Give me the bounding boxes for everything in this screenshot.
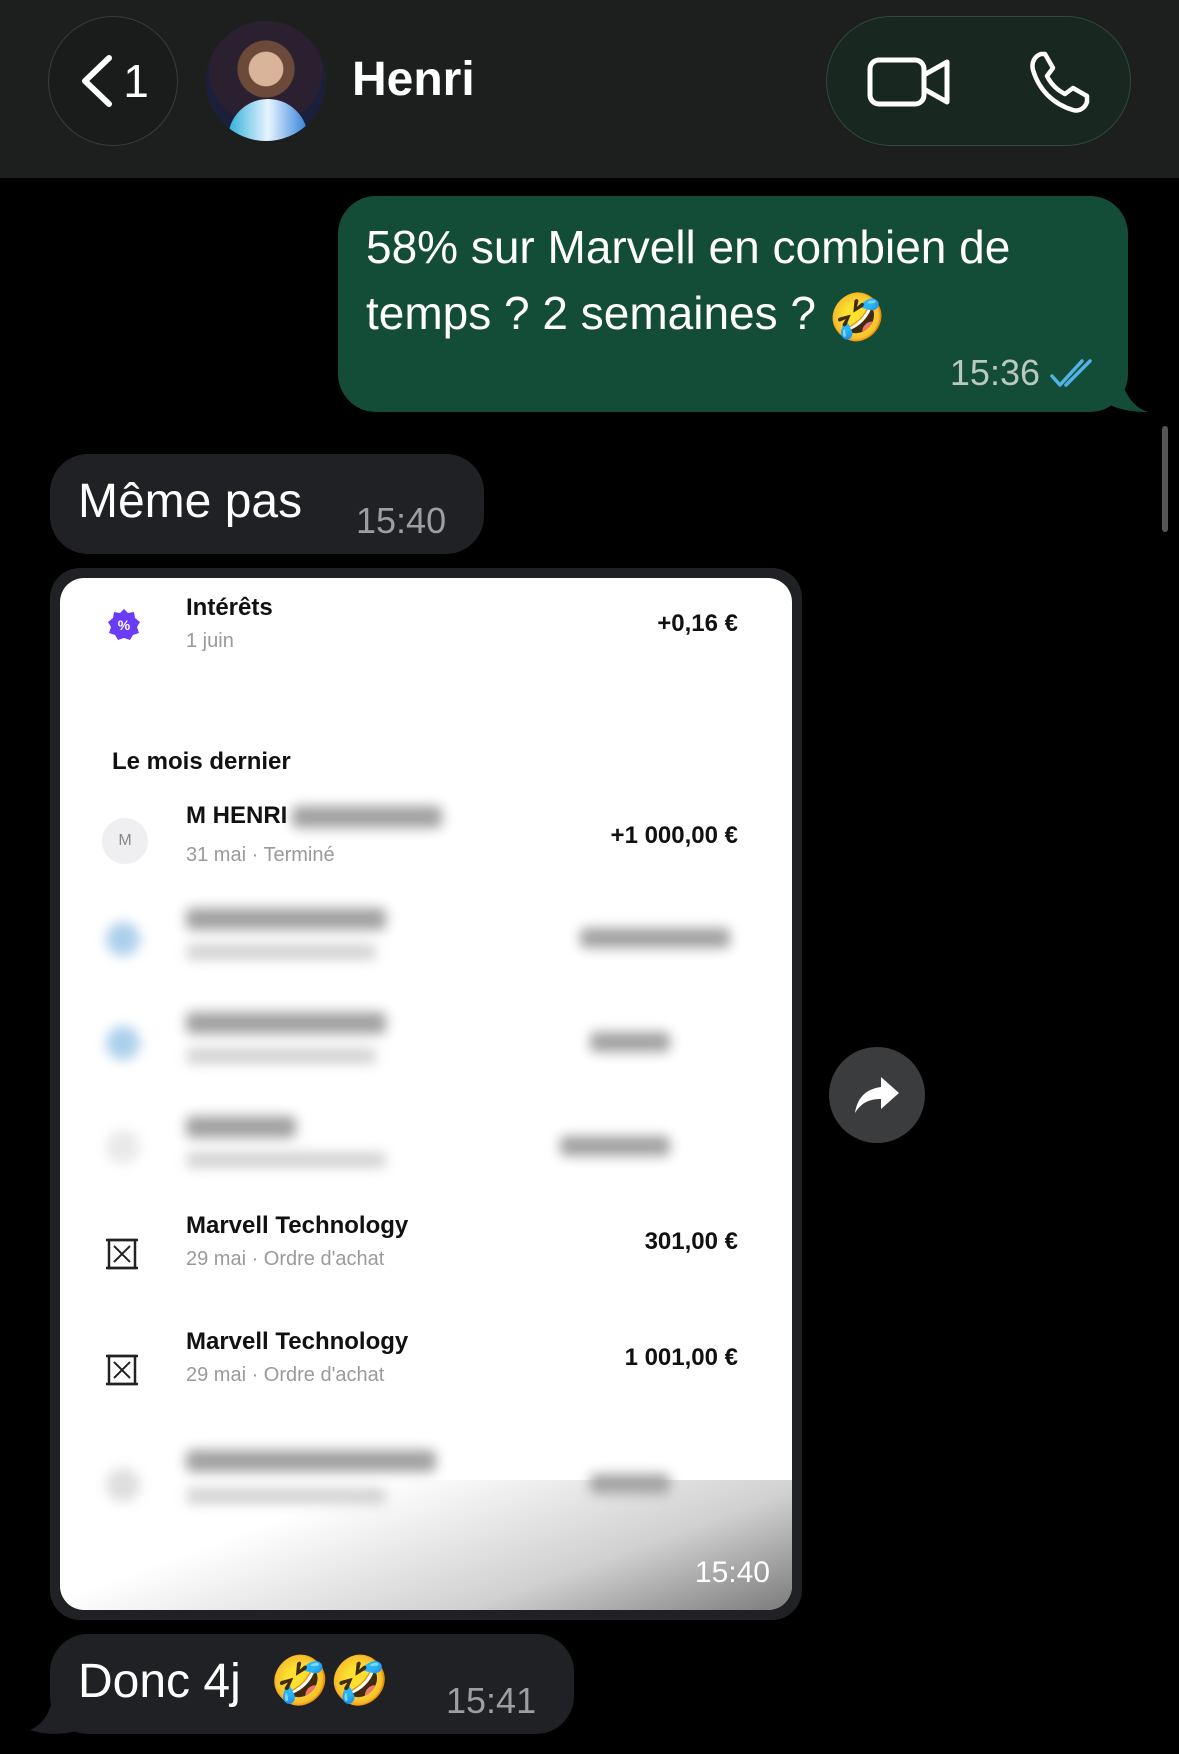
transaction-title: M HENRI [186, 802, 288, 829]
transaction-title: Intérêts [186, 594, 273, 621]
image-message[interactable]: % Intérêts 1 juin +0,16 € Le mois dernie… [50, 568, 802, 1620]
blurred-transaction-row [60, 1106, 792, 1196]
transaction-amount: +1 000,00 € [610, 822, 738, 849]
svg-text:%: % [118, 617, 131, 633]
message-meta: 15:36 [950, 352, 1098, 394]
share-button[interactable] [829, 1047, 925, 1143]
back-button[interactable]: 1 [48, 16, 178, 146]
message-text: Même pas [78, 475, 303, 528]
message-time: 15:36 [949, 352, 1040, 393]
transaction-date: 29 mai · Ordre d'achat [186, 1248, 385, 1270]
outgoing-message[interactable]: 58% sur Marvell en combien de temps ? 2 … [338, 196, 1128, 412]
share-icon [855, 1077, 899, 1113]
rofl-emoji: 🤣 [828, 290, 887, 343]
redacted-text [292, 806, 442, 828]
video-icon[interactable] [867, 55, 951, 109]
transaction-amount: +0,16 € [657, 610, 738, 637]
rofl-emoji: 🤣🤣 [270, 1655, 390, 1708]
message-time: 15:41 [446, 1680, 537, 1721]
blurred-transaction-row [60, 898, 792, 988]
transaction-date: 31 mai · Terminé [186, 844, 335, 866]
image-time: 15:40 [694, 1556, 770, 1589]
message-text: Donc 4j [78, 1655, 241, 1708]
message-time: 15:40 [356, 500, 447, 541]
transaction-row: % Intérêts 1 juin +0,16 € [60, 578, 792, 698]
message-text-wrap: 58% sur Marvell en combien de temps ? 2 … [366, 214, 1086, 350]
transaction-row: M M HENRI 31 mai · Terminé +1 000,00 € [60, 798, 792, 888]
call-actions [826, 16, 1131, 146]
blurred-transaction-row [60, 1002, 792, 1092]
bubble-tail [1100, 372, 1148, 412]
unread-count: 1 [123, 55, 149, 107]
stock-icon [106, 1354, 138, 1386]
transaction-row: Marvell Technology 29 mai · Ordre d'acha… [60, 1324, 792, 1414]
incoming-message[interactable]: Même pas 15:40 [50, 454, 484, 554]
initial-avatar: M [102, 818, 148, 864]
shared-screenshot[interactable]: % Intérêts 1 juin +0,16 € Le mois dernie… [60, 578, 792, 1610]
transaction-title: Marvell Technology [186, 1328, 409, 1355]
chat-header: 1 Henri [0, 0, 1179, 178]
read-ticks-icon [1050, 359, 1092, 387]
transaction-amount: 1 001,00 € [624, 1344, 738, 1371]
transaction-title: Marvell Technology [186, 1212, 409, 1239]
transaction-date: 1 juin [186, 630, 234, 652]
contact-name[interactable]: Henri [352, 52, 475, 107]
contact-avatar[interactable] [206, 21, 326, 141]
section-title: Le mois dernier [112, 748, 291, 775]
transaction-amount: 301,00 € [644, 1228, 738, 1255]
percent-badge-icon: % [108, 609, 140, 640]
transaction-date: 29 mai · Ordre d'achat [186, 1364, 385, 1386]
image-shadow [60, 1480, 792, 1610]
message-text: 58% sur Marvell en combien de temps ? 2 … [366, 221, 1011, 339]
stock-icon [106, 1238, 138, 1270]
transaction-row: Marvell Technology 29 mai · Ordre d'acha… [60, 1208, 792, 1298]
chevron-left-icon [82, 55, 113, 107]
phone-icon[interactable] [1027, 50, 1091, 114]
incoming-message[interactable]: Donc 4j 🤣🤣 15:41 [50, 1634, 574, 1734]
scrollbar[interactable] [1162, 426, 1168, 532]
